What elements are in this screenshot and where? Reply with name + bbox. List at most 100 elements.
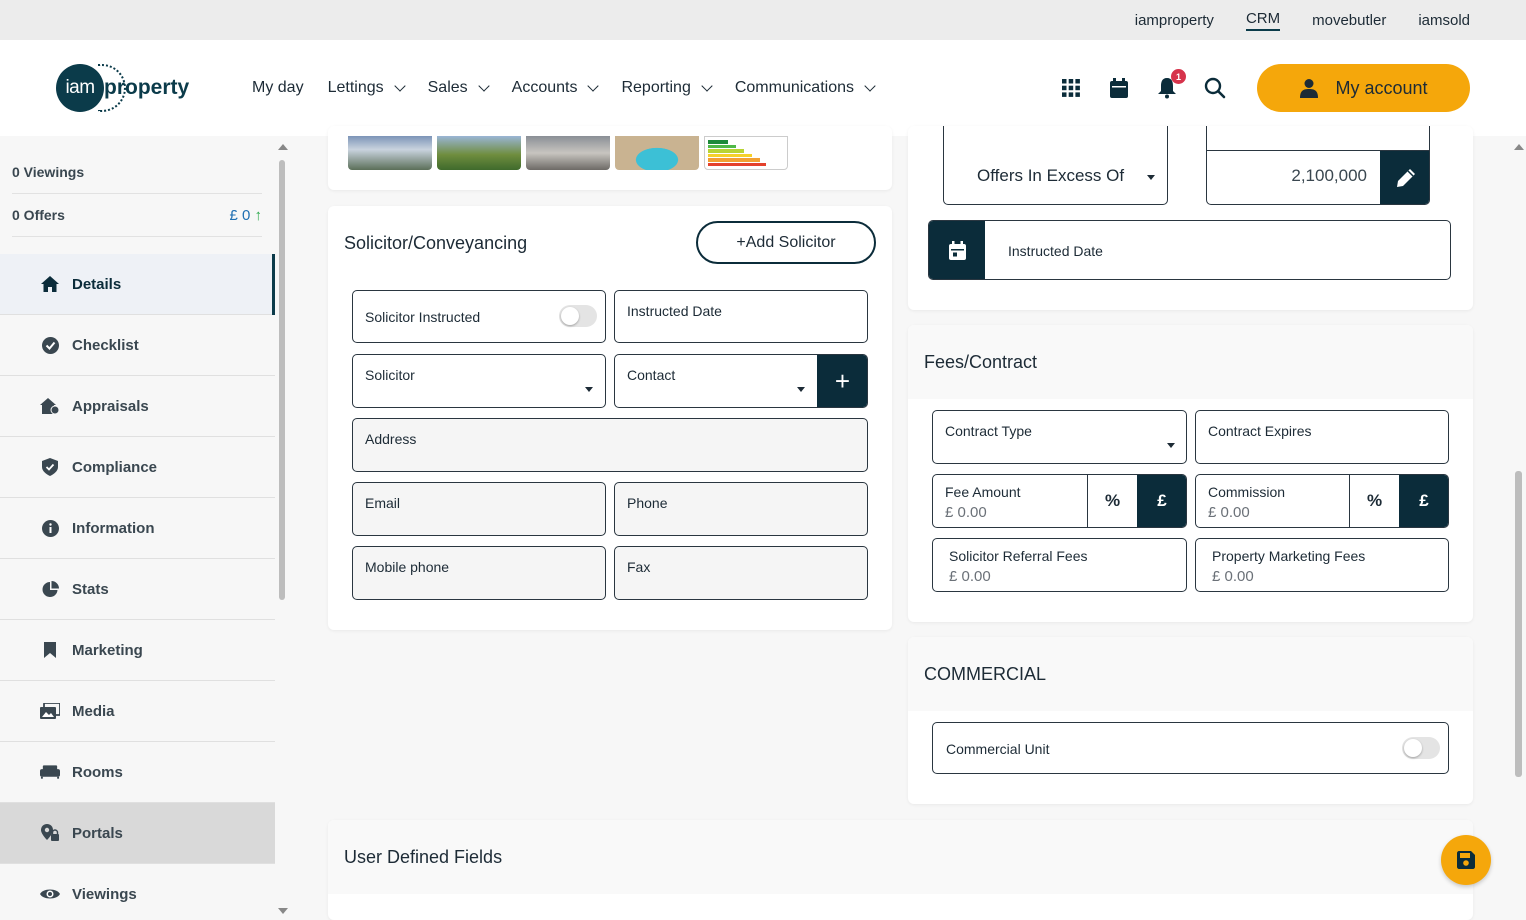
add-solicitor-label: +Add Solicitor	[736, 233, 836, 251]
plus-icon: +	[834, 365, 851, 396]
scroll-up-icon[interactable]	[278, 144, 288, 150]
bell-icon[interactable]: 1	[1156, 69, 1186, 99]
link-crm[interactable]: CRM	[1245, 10, 1281, 31]
shield-icon	[40, 457, 60, 477]
fee-pound-button[interactable]: £	[1137, 475, 1186, 527]
sidebar-scrollbar[interactable]	[276, 144, 288, 920]
nav-sales-label: Sales	[427, 79, 468, 96]
fees-header: Fees/Contract	[908, 325, 1473, 399]
commission-pound-button[interactable]: £	[1399, 475, 1448, 527]
solicitor-referral-fees-field[interactable]: Solicitor Referral Fees £ 0.00	[932, 538, 1187, 592]
arrow-up-icon: ↑	[254, 206, 263, 224]
search-icon[interactable]	[1204, 77, 1226, 99]
nav-communications[interactable]: Communications	[735, 79, 876, 97]
viewings-label: 0 Viewings	[12, 164, 85, 180]
sidebar-item-rooms[interactable]: Rooms	[0, 742, 275, 803]
sidebar-item-portals[interactable]: Portals	[0, 803, 275, 864]
apps-grid-icon[interactable]	[1060, 77, 1082, 99]
sidebar-item-marketing[interactable]: Marketing	[0, 620, 275, 681]
offers-value-text: £ 0	[229, 206, 251, 224]
scroll-up-icon[interactable]	[1514, 144, 1524, 150]
property-marketing-fees-field[interactable]: Property Marketing Fees £ 0.00	[1195, 538, 1449, 592]
price-qualifier-select[interactable]: Offers In Excess Of	[943, 126, 1168, 205]
add-contact-button[interactable]: +	[817, 355, 867, 407]
fee-percent-button[interactable]: %	[1087, 475, 1137, 527]
commission-field[interactable]: Commission £ 0.00 % £	[1195, 474, 1449, 528]
my-account-button[interactable]: My account	[1257, 64, 1470, 112]
home-icon	[40, 274, 60, 294]
phone-field[interactable]: Phone	[614, 482, 868, 536]
commercial-unit-toggle[interactable]	[1402, 737, 1440, 759]
pound-label: £	[1157, 491, 1167, 510]
solicitor-select[interactable]: Solicitor	[352, 354, 606, 408]
calendar-button[interactable]	[929, 221, 985, 279]
instructed-date-label: Instructed Date	[627, 303, 722, 319]
mobile-phone-field[interactable]: Mobile phone	[352, 546, 606, 600]
instructed-date-field[interactable]: Instructed Date	[614, 290, 868, 343]
property-image-1[interactable]	[348, 136, 432, 170]
sidebar-item-appraisals[interactable]: Appraisals	[0, 376, 275, 437]
nav-lettings[interactable]: Lettings	[328, 79, 406, 97]
solicitor-instructed-toggle[interactable]	[559, 305, 597, 327]
notification-badge: 1	[1171, 69, 1186, 84]
contract-expires-field[interactable]: Contract Expires	[1195, 410, 1449, 464]
mobile-phone-label: Mobile phone	[365, 559, 450, 575]
chevron-down-icon	[477, 79, 490, 92]
commercial-card: COMMERCIAL Commercial Unit	[908, 637, 1473, 804]
nav-reporting-label: Reporting	[621, 79, 691, 96]
caret-down-icon	[1167, 443, 1175, 448]
nav-reporting[interactable]: Reporting	[621, 79, 713, 97]
add-solicitor-button[interactable]: +Add Solicitor	[696, 221, 876, 264]
main-scroll-thumb[interactable]	[1515, 471, 1522, 777]
user-icon	[1300, 79, 1319, 98]
commercial-title: COMMERCIAL	[924, 664, 1047, 684]
sidebar-item-label: Details	[72, 275, 122, 293]
offers-value: £ 0 ↑	[229, 207, 262, 224]
commission-percent-button[interactable]: %	[1349, 475, 1399, 527]
property-image-4[interactable]	[615, 136, 699, 170]
caret-down-icon	[585, 387, 593, 392]
sidebar-item-checklist[interactable]: Checklist	[0, 315, 275, 376]
solicitor-instructed-field: Solicitor Instructed	[352, 290, 606, 343]
user-defined-fields-card: User Defined Fields	[328, 820, 1473, 920]
nav-my-day[interactable]: My day	[252, 79, 304, 97]
price-field[interactable]: 2,100,000	[1206, 126, 1430, 205]
sidebar-item-compliance[interactable]: Compliance	[0, 437, 275, 498]
nav-sales[interactable]: Sales	[427, 79, 490, 97]
epc-chart-image[interactable]	[704, 136, 788, 170]
main-nav: My day Lettings Sales Accounts Reporting…	[252, 40, 876, 136]
user-defined-title: User Defined Fields	[344, 847, 503, 867]
main-scrollbar[interactable]	[1512, 136, 1526, 920]
calendar-icon[interactable]	[1108, 77, 1130, 99]
chevron-down-icon	[393, 79, 406, 92]
address-field[interactable]: Address	[352, 418, 868, 472]
save-button[interactable]	[1441, 835, 1491, 885]
instructed-date-picker[interactable]: Instructed Date	[928, 220, 1451, 280]
commercial-header: COMMERCIAL	[908, 637, 1473, 711]
link-iamsold[interactable]: iamsold	[1418, 12, 1470, 29]
sidebar-item-media[interactable]: Media	[0, 681, 275, 742]
sidebar-item-viewings[interactable]: Viewings	[0, 864, 275, 920]
sidebar-item-stats[interactable]: Stats	[0, 559, 275, 620]
sidebar-item-details[interactable]: Details	[0, 254, 275, 315]
link-iamproperty[interactable]: iamproperty	[1135, 12, 1214, 29]
sidebar-scroll-thumb[interactable]	[279, 160, 285, 600]
sidebar-item-information[interactable]: Information	[0, 498, 275, 559]
map-pin-lock-icon	[40, 823, 60, 843]
logo[interactable]: iam property	[56, 64, 189, 112]
email-field[interactable]: Email	[352, 482, 606, 536]
contact-select[interactable]: Contact +	[614, 354, 868, 408]
contract-type-label: Contract Type	[945, 423, 1032, 439]
nav-accounts[interactable]: Accounts	[512, 79, 600, 97]
property-image-2[interactable]	[437, 136, 521, 170]
calendar-icon	[948, 240, 966, 260]
fax-field[interactable]: Fax	[614, 546, 868, 600]
solicitor-referral-label: Solicitor Referral Fees	[949, 548, 1088, 564]
fee-amount-field[interactable]: Fee Amount £ 0.00 % £	[932, 474, 1187, 528]
property-image-3[interactable]	[526, 136, 610, 170]
link-movebutler[interactable]: movebutler	[1312, 12, 1386, 29]
edit-price-button[interactable]	[1380, 151, 1429, 204]
contract-type-select[interactable]: Contract Type	[932, 410, 1187, 464]
scroll-down-icon[interactable]	[278, 908, 288, 914]
pie-chart-icon	[40, 579, 60, 599]
